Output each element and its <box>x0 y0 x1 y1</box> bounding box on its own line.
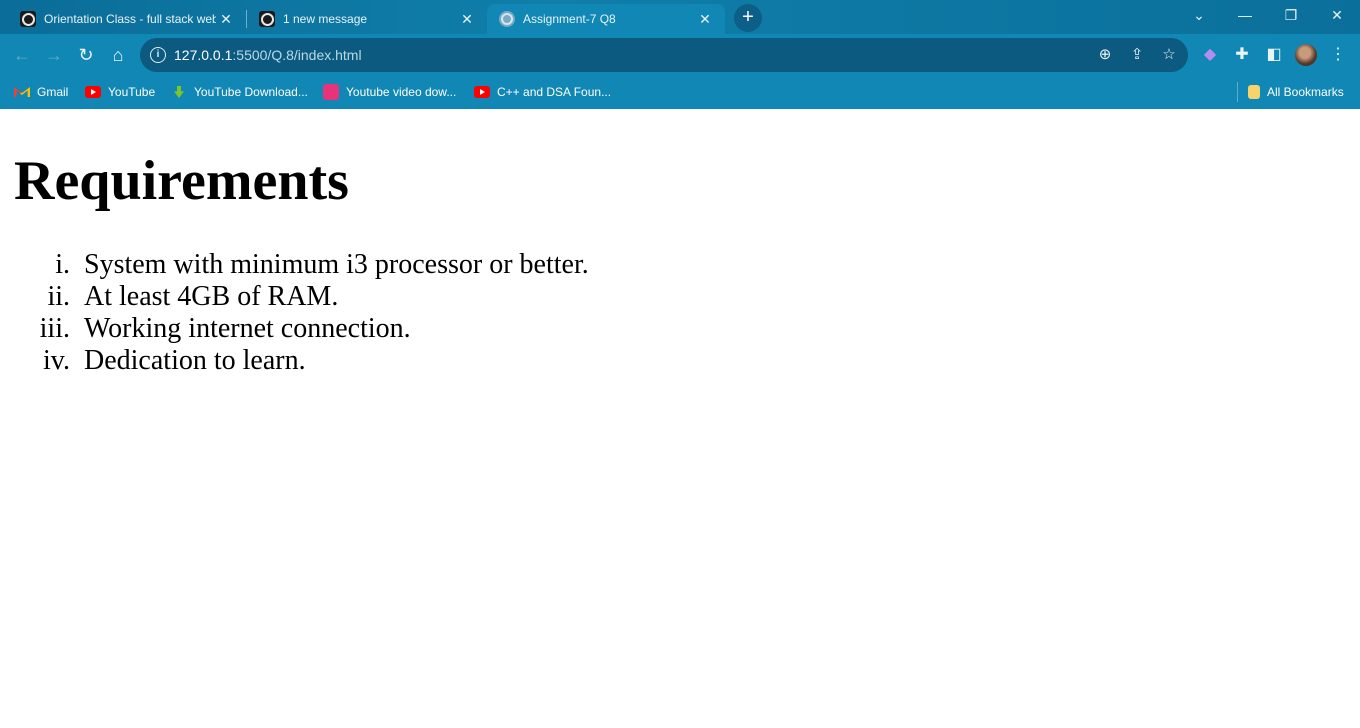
url-text[interactable]: 127.0.0.1:5500/Q.8/index.html <box>174 47 362 63</box>
video-download-icon <box>323 84 339 100</box>
extensions-puzzle-icon[interactable]: ✚ <box>1232 45 1252 65</box>
side-panel-icon[interactable]: ◧ <box>1264 45 1284 65</box>
new-tab-button[interactable]: + <box>734 4 762 32</box>
bookmark-youtube[interactable]: YouTube <box>85 83 155 101</box>
youtube-icon <box>474 86 490 98</box>
bookmark-label: YouTube <box>108 85 156 99</box>
all-bookmarks[interactable]: All Bookmarks <box>1248 83 1344 101</box>
close-icon[interactable]: ✕ <box>218 11 234 27</box>
browser-chrome: Orientation Class - full stack web ✕ 1 n… <box>0 0 1360 109</box>
bookmark-label: Youtube video dow... <box>346 85 457 99</box>
list-number: i. <box>55 249 70 280</box>
browser-toolbar: ← → ↻ ⌂ i 127.0.0.1:5500/Q.8/index.html … <box>0 34 1360 76</box>
bookmarks-separator <box>1237 82 1238 102</box>
tab-new-message[interactable]: 1 new message ✕ <box>239 4 487 34</box>
download-icon <box>171 86 187 98</box>
tab-title: 1 new message <box>283 12 368 26</box>
bookmark-youtube-video-download[interactable]: Youtube video dow... <box>323 83 456 101</box>
folder-icon <box>1248 85 1260 99</box>
close-icon[interactable]: ✕ <box>697 11 713 27</box>
globe-icon <box>499 11 515 27</box>
bookmark-star-icon[interactable]: ☆ <box>1160 46 1178 64</box>
bookmark-label: YouTube Download... <box>194 85 308 99</box>
url-host: 127.0.0.1 <box>174 47 233 63</box>
page-content: Requirements i. System with minimum i3 pr… <box>0 109 1360 728</box>
list-text: System with minimum i3 processor or bett… <box>84 249 589 280</box>
menu-kebab-icon[interactable]: ⋮ <box>1328 45 1348 65</box>
tab-search-dropdown-icon[interactable]: ⌄ <box>1176 0 1222 30</box>
tab-orientation-class[interactable]: Orientation Class - full stack web ✕ <box>0 4 246 34</box>
forward-arrow-icon[interactable]: → <box>42 43 66 67</box>
share-icon[interactable]: ⇪ <box>1128 46 1146 64</box>
url-path: :5500/Q.8/index.html <box>232 47 362 63</box>
list-number: iv. <box>43 345 70 376</box>
bookmark-gmail[interactable]: Gmail <box>14 83 68 101</box>
reload-icon[interactable]: ↻ <box>74 43 98 67</box>
bookmarks-bar: Gmail YouTube YouTube Download... Youtub… <box>0 76 1360 109</box>
bookmark-youtube-download[interactable]: YouTube Download... <box>171 83 308 101</box>
close-window-button[interactable]: ✕ <box>1314 0 1360 30</box>
bookmark-label: Gmail <box>37 85 69 99</box>
list-number: ii. <box>47 281 70 312</box>
restore-button[interactable]: ❐ <box>1268 0 1314 30</box>
site-info-icon[interactable]: i <box>150 47 166 63</box>
extension-icon[interactable]: ◆ <box>1200 45 1220 65</box>
youtube-icon <box>85 86 101 98</box>
profile-avatar[interactable] <box>1295 44 1317 66</box>
message-favicon-icon <box>259 11 275 27</box>
tab-title: Orientation Class - full stack web <box>44 12 216 26</box>
zoom-icon[interactable]: ⊕ <box>1096 46 1114 64</box>
list-text: Working internet connection. <box>84 313 411 344</box>
tab-assignment-7-q8[interactable]: Assignment-7 Q8 ✕ <box>487 4 725 34</box>
tab-strip: Orientation Class - full stack web ✕ 1 n… <box>0 0 1360 34</box>
close-icon[interactable]: ✕ <box>459 11 475 27</box>
back-arrow-icon[interactable]: ← <box>10 43 34 67</box>
list-number: iii. <box>39 313 70 344</box>
minimize-button[interactable]: — <box>1222 0 1268 30</box>
bookmark-cpp-dsa[interactable]: C++ and DSA Foun... <box>474 83 611 101</box>
home-icon[interactable]: ⌂ <box>106 43 130 67</box>
all-bookmarks-label: All Bookmarks <box>1267 85 1344 99</box>
tab-title: Assignment-7 Q8 <box>523 12 616 26</box>
page-heading: Requirements <box>14 150 349 212</box>
address-bar[interactable]: i 127.0.0.1:5500/Q.8/index.html ⊕ ⇪ ☆ <box>140 38 1188 72</box>
list-text: Dedication to learn. <box>84 345 306 376</box>
list-text: At least 4GB of RAM. <box>84 281 339 312</box>
bookmark-label: C++ and DSA Foun... <box>497 85 612 99</box>
class-favicon-icon <box>20 11 36 27</box>
gmail-icon <box>14 86 30 98</box>
